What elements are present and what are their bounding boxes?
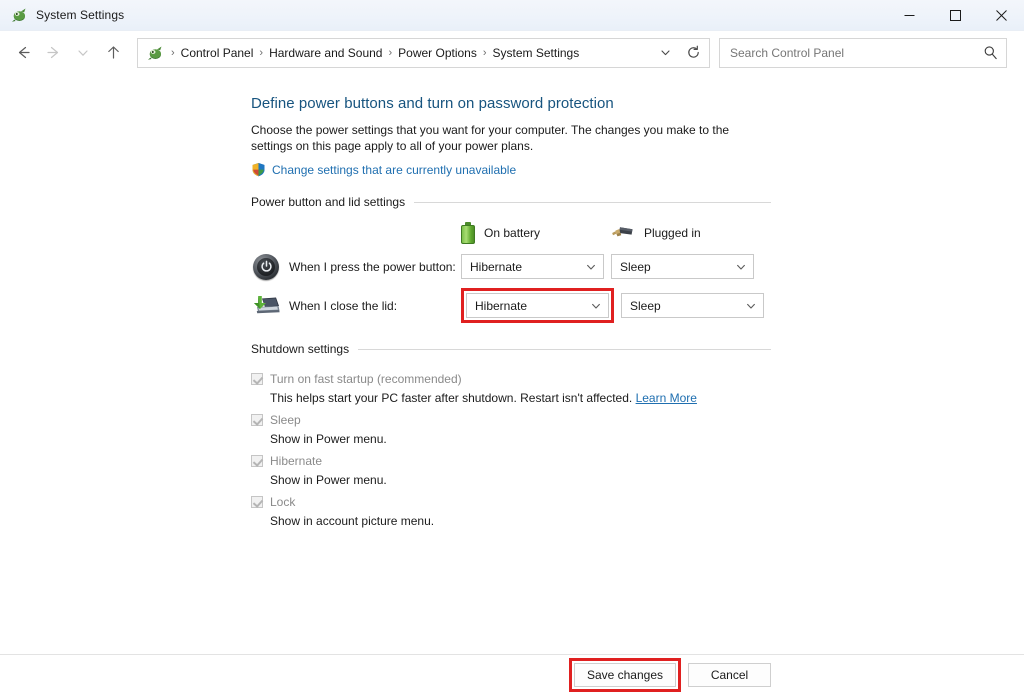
power-plug-icon	[611, 225, 635, 241]
column-header-on-battery-label: On battery	[484, 226, 540, 240]
checkbox-sleep[interactable]	[251, 414, 263, 426]
navigation-bar: › Control Panel › Hardware and Sound › P…	[0, 31, 1024, 74]
breadcrumb-separator: ›	[382, 47, 398, 59]
caption-buttons	[886, 0, 1024, 31]
combo-close-lid-on-battery[interactable]: Hibernate	[466, 293, 609, 318]
checkbox-row-hibernate[interactable]: Hibernate	[251, 452, 771, 470]
setting-label-close-lid: When I close the lid:	[289, 299, 461, 313]
combo-power-button-on-battery[interactable]: Hibernate	[461, 254, 604, 279]
checkbox-row-lock[interactable]: Lock	[251, 493, 771, 511]
back-arrow-icon[interactable]	[8, 38, 38, 68]
chevron-down-icon	[745, 300, 757, 312]
page-description: Choose the power settings that you want …	[251, 122, 757, 154]
change-settings-row[interactable]: Change settings that are currently unava…	[251, 162, 771, 177]
checkbox-row-fast-startup[interactable]: Turn on fast startup (recommended)	[251, 370, 771, 388]
shutdown-section-header-label: Shutdown settings	[251, 342, 358, 356]
section-divider	[414, 202, 771, 203]
combo-close-lid-plugged-in-value: Sleep	[630, 299, 661, 313]
title-bar: System Settings	[0, 0, 1024, 31]
description-fast-startup: This helps start your PC faster after sh…	[270, 389, 771, 407]
minimize-icon[interactable]	[886, 0, 932, 31]
description-sleep: Show in Power menu.	[270, 430, 771, 448]
refresh-icon[interactable]	[679, 40, 707, 66]
system-settings-window: System Settings	[0, 0, 1024, 694]
breadcrumb-item-hardware-and-sound[interactable]: Hardware and Sound	[269, 46, 382, 60]
setting-row-power-button: When I press the power button: Hibernate…	[251, 247, 771, 286]
search-icon[interactable]	[983, 45, 998, 60]
combo-power-button-plugged-in[interactable]: Sleep	[611, 254, 754, 279]
shutdown-options-list: Turn on fast startup (recommended) This …	[251, 370, 771, 530]
checkbox-label-sleep: Sleep	[270, 411, 301, 429]
column-headers: On battery Plugged in	[461, 219, 771, 247]
column-header-plugged-in: Plugged in	[611, 225, 761, 241]
description-hibernate: Show in Power menu.	[270, 471, 771, 489]
highlight-annotation-save-button: Save changes	[569, 658, 681, 692]
save-changes-button[interactable]: Save changes	[574, 663, 676, 687]
description-lock: Show in account picture menu.	[270, 512, 771, 530]
description-fast-startup-text: This helps start your PC faster after sh…	[270, 391, 632, 405]
up-arrow-icon[interactable]	[98, 38, 128, 68]
settings-pane: Define power buttons and turn on passwor…	[251, 95, 771, 534]
shutdown-section-header: Shutdown settings	[251, 342, 771, 356]
window-title: System Settings	[36, 8, 124, 22]
chevron-down-icon	[590, 300, 602, 312]
cancel-button[interactable]: Cancel	[688, 663, 771, 687]
recent-locations-chevron-down-icon[interactable]	[68, 38, 98, 68]
breadcrumb-separator: ›	[477, 47, 493, 59]
breadcrumb-separator: ›	[253, 47, 269, 59]
highlight-annotation-combo-close-lid: Hibernate	[461, 288, 614, 323]
maximize-icon[interactable]	[932, 0, 978, 31]
section-divider	[358, 349, 771, 350]
content-area: Define power buttons and turn on passwor…	[0, 74, 1024, 694]
checkbox-lock[interactable]	[251, 496, 263, 508]
uac-shield-icon	[251, 162, 266, 177]
checkbox-label-lock: Lock	[270, 493, 295, 511]
combo-close-lid-on-battery-value: Hibernate	[475, 299, 527, 313]
combo-close-lid-plugged-in[interactable]: Sleep	[621, 293, 764, 318]
breadcrumb[interactable]: › Control Panel › Hardware and Sound › P…	[137, 38, 710, 68]
power-section-header-label: Power button and lid settings	[251, 195, 414, 209]
forward-arrow-icon[interactable]	[38, 38, 68, 68]
checkbox-label-hibernate: Hibernate	[270, 452, 322, 470]
breadcrumb-separator: ›	[165, 47, 181, 59]
breadcrumb-item-system-settings[interactable]: System Settings	[493, 46, 580, 60]
change-settings-link[interactable]: Change settings that are currently unava…	[272, 163, 516, 177]
setting-label-power-button: When I press the power button:	[289, 260, 461, 274]
close-icon[interactable]	[978, 0, 1024, 31]
column-header-plugged-in-label: Plugged in	[644, 226, 701, 240]
setting-row-close-lid: When I close the lid: Hibernate Sleep	[251, 286, 771, 325]
power-button-icon	[251, 252, 281, 282]
system-settings-icon	[11, 7, 27, 23]
breadcrumb-app-icon	[147, 45, 163, 61]
learn-more-link[interactable]: Learn More	[636, 391, 697, 405]
breadcrumb-item-control-panel[interactable]: Control Panel	[181, 46, 254, 60]
power-section-header: Power button and lid settings	[251, 195, 771, 209]
battery-icon	[461, 222, 475, 244]
checkbox-fast-startup[interactable]	[251, 373, 263, 385]
checkbox-label-fast-startup: Turn on fast startup (recommended)	[270, 370, 462, 388]
checkbox-hibernate[interactable]	[251, 455, 263, 467]
checkbox-row-sleep[interactable]: Sleep	[251, 411, 771, 429]
combo-power-button-on-battery-value: Hibernate	[470, 260, 522, 274]
footer-actions: Save changes Cancel	[0, 655, 1024, 694]
chevron-down-icon	[735, 261, 747, 273]
search-input[interactable]	[730, 46, 983, 60]
page-title: Define power buttons and turn on passwor…	[251, 95, 771, 112]
breadcrumb-item-power-options[interactable]: Power Options	[398, 46, 477, 60]
breadcrumb-chevron-down-icon[interactable]	[651, 40, 679, 66]
search-box[interactable]	[719, 38, 1007, 68]
column-header-on-battery: On battery	[461, 222, 611, 244]
laptop-lid-icon	[251, 291, 281, 321]
combo-power-button-plugged-in-value: Sleep	[620, 260, 651, 274]
chevron-down-icon	[585, 261, 597, 273]
